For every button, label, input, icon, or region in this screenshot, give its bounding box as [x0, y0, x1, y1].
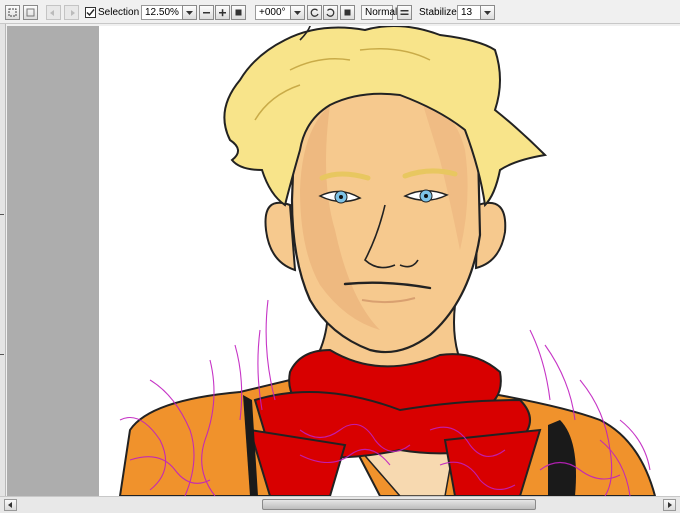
rotate-reset-button[interactable] [340, 5, 355, 20]
portrait-artwork [118, 26, 657, 496]
zoom-reset-button[interactable] [231, 5, 246, 20]
scrollbar-thumb[interactable] [262, 499, 536, 510]
drawing-canvas[interactable] [99, 26, 680, 496]
rotate-reset-icon [344, 9, 351, 16]
zoom-in-button[interactable] [215, 5, 230, 20]
left-ruler [0, 24, 6, 496]
rotate-right-button[interactable] [323, 5, 338, 20]
scroll-right-button[interactable] [663, 499, 676, 511]
blend-mode-button[interactable]: Normal [361, 5, 397, 20]
zoom-out-button[interactable] [199, 5, 214, 20]
flip-button[interactable] [397, 5, 412, 20]
selection-checkbox[interactable] [85, 7, 96, 18]
dropdown-arrow-icon [186, 11, 193, 15]
rotation-dropdown-button[interactable] [290, 5, 305, 20]
zoom-out-icon [203, 12, 210, 14]
zoom-reset-icon [235, 9, 242, 16]
deselect-icon [26, 8, 35, 17]
toolbar: Selection 12.50% +000° Normal Stabilizer… [0, 0, 680, 24]
dropdown-arrow-icon [484, 11, 491, 15]
zoom-in-icon [219, 9, 226, 17]
arrow-left-icon [8, 502, 12, 508]
undo-button[interactable] [46, 5, 61, 20]
redo-button[interactable] [64, 5, 79, 20]
select-all-button[interactable] [5, 5, 20, 20]
stabilizer-label: Stabilizer [419, 7, 461, 18]
rotate-right-icon [326, 8, 335, 17]
rotate-left-icon [310, 8, 319, 17]
checkmark-icon [86, 9, 95, 17]
select-all-icon [8, 8, 17, 17]
scroll-left-button[interactable] [4, 499, 17, 511]
rotate-left-button[interactable] [307, 5, 322, 20]
stabilizer-dropdown-button[interactable] [480, 5, 495, 20]
selection-label: Selection [98, 7, 140, 18]
redo-icon [71, 10, 75, 16]
dropdown-arrow-icon [294, 11, 301, 15]
undo-icon [50, 10, 54, 16]
horizontal-scrollbar[interactable] [0, 496, 680, 513]
zoom-dropdown-button[interactable] [182, 5, 197, 20]
deselect-button[interactable] [23, 5, 38, 20]
arrow-right-icon [668, 502, 672, 508]
flip-icon [400, 10, 409, 15]
canvas-margin [7, 26, 99, 496]
